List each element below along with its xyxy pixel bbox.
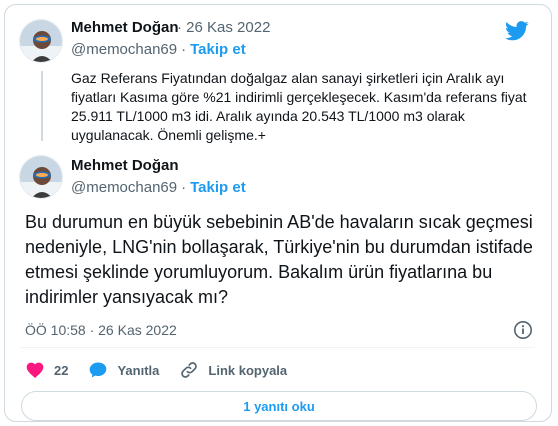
speech-bubble-icon	[90, 362, 107, 378]
follow-button[interactable]: Takip et	[190, 179, 246, 196]
avatar-image	[20, 156, 62, 198]
thread-connector	[41, 71, 43, 141]
reply-label: Yanıtla	[117, 362, 160, 378]
quoted-tweet-text: Gaz Referans Fiyatından doğalgaz alan sa…	[71, 70, 527, 143]
avatar[interactable]	[19, 155, 63, 199]
tweet-timestamp[interactable]: ÖÖ 10:58 · 26 Kas 2022	[25, 322, 177, 338]
handle-separator: ·	[181, 41, 187, 58]
follow-button[interactable]: Takip et	[190, 41, 246, 58]
read-replies-button[interactable]: 1 yanıtı oku	[21, 391, 537, 421]
author-name[interactable]: Mehmet Doğan	[71, 19, 179, 36]
heart-icon	[26, 362, 44, 378]
copy-link-label: Link kopyala	[208, 362, 288, 378]
tweet-embed-card: Mehmet Doğan · 26 Kas 2022 @memochan69 ·…	[4, 4, 552, 422]
handle-row: @memochan69 · Takip et	[71, 41, 246, 58]
avatar-image	[20, 20, 62, 62]
handle-row: @memochan69 · Takip et	[71, 179, 246, 196]
divider	[21, 347, 535, 348]
like-count: 22	[54, 362, 69, 378]
date-separator: ·	[177, 19, 182, 36]
reply-button[interactable]: Yanıtla	[88, 360, 159, 380]
handle-separator: ·	[181, 179, 187, 196]
link-icon	[181, 362, 198, 378]
info-icon[interactable]	[513, 320, 533, 340]
twitter-bird-icon[interactable]	[505, 21, 529, 41]
author-name[interactable]: Mehmet Doğan	[71, 157, 179, 174]
date-text: 26 Kas 2022	[186, 19, 271, 36]
author-handle[interactable]: @memochan69	[71, 41, 177, 58]
like-button[interactable]: 22	[25, 360, 68, 380]
tweet-text: Bu durumun en büyük sebebinin AB'de hava…	[25, 212, 533, 307]
avatar[interactable]	[19, 19, 63, 63]
tweet-date[interactable]: · 26 Kas 2022	[177, 19, 270, 36]
author-handle[interactable]: @memochan69	[71, 179, 177, 196]
copy-link-button[interactable]: Link kopyala	[179, 360, 287, 380]
tweet-actions: 22 Yanıtla Link kopyala	[25, 360, 307, 380]
